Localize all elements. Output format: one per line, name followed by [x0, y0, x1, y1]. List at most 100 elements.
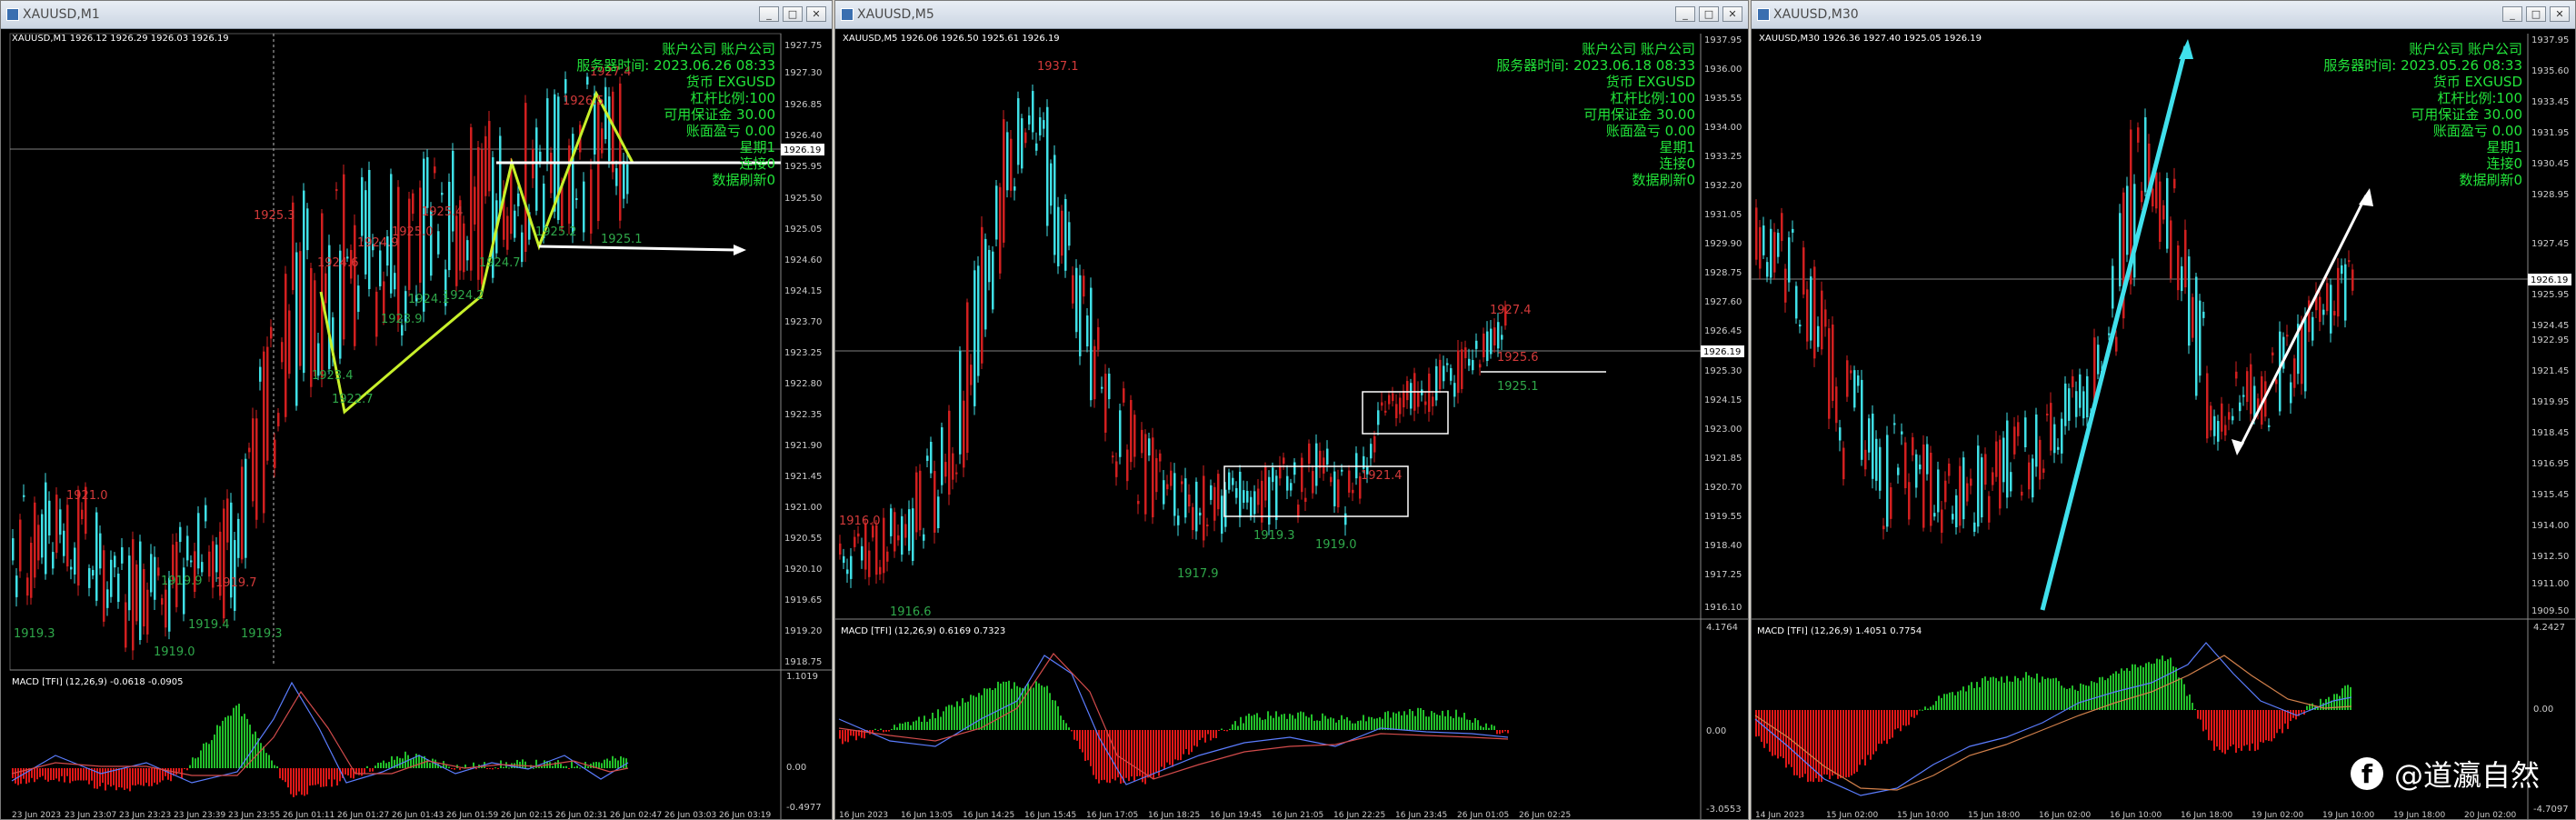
window-titlebar[interactable]: XAUUSD,M1 _ □ ✕ [1, 1, 832, 29]
candle-body [266, 346, 269, 461]
close-button[interactable]: ✕ [2550, 6, 2570, 22]
candle-body [1912, 437, 1914, 455]
macd-bar [2042, 676, 2043, 710]
price-chart-svg[interactable]: XAUUSD,M30 1926.36 1927.40 1925.05 1926.… [1752, 28, 2575, 819]
macd-bar [1453, 717, 1454, 730]
candle-body [2210, 405, 2212, 431]
macd-bar [1311, 714, 1313, 730]
price-tick: 1918.40 [1704, 541, 1742, 551]
macd-bar [880, 728, 882, 730]
macd-bar [1395, 713, 1397, 730]
close-button[interactable]: ✕ [1722, 6, 1742, 22]
macd-bar [2123, 670, 2125, 710]
macd-bar [2265, 710, 2267, 741]
macd-bar [1425, 716, 1427, 730]
candle-body [448, 181, 451, 271]
candle-body [2119, 213, 2122, 286]
macd-bar [388, 762, 390, 768]
macd-bar [200, 750, 202, 768]
candle-body [1828, 328, 1831, 419]
macd-bar [2186, 695, 2188, 710]
candle-body [295, 252, 298, 406]
macd-bar [404, 751, 406, 768]
macd-bar [325, 768, 327, 786]
chart-area[interactable]: XAUUSD,M5 1926.06 1926.50 1925.61 1926.1… [835, 28, 1748, 819]
macd-bar [1133, 730, 1135, 781]
macd-bar [1079, 730, 1081, 749]
maximize-button[interactable]: □ [783, 6, 803, 22]
price-tick: 1925.95 [2531, 290, 2569, 300]
candle-body [2239, 402, 2242, 412]
macd-bar [1300, 711, 1302, 730]
macd-bar [1223, 730, 1225, 731]
window-titlebar[interactable]: XAUUSD,M30 _ □ ✕ [1752, 1, 2575, 29]
minimize-button[interactable]: _ [1675, 6, 1695, 22]
time-label: 16 Jun 15:45 [1024, 811, 1076, 819]
candle-body [1304, 497, 1307, 503]
candle-body [1959, 465, 1962, 526]
minimize-button[interactable]: _ [2502, 6, 2522, 22]
chart-area[interactable]: XAUUSD,M30 1926.36 1927.40 1925.05 1926.… [1752, 28, 2575, 819]
candle-body [550, 152, 553, 194]
price-tick: 1930.45 [2531, 159, 2569, 169]
maximize-button[interactable]: □ [2526, 6, 2546, 22]
macd-bar [2022, 677, 2024, 710]
macd-bar [75, 768, 76, 781]
macd-bar [156, 768, 158, 785]
macd-bar [2181, 678, 2182, 710]
chart-window-m30[interactable]: XAUUSD,M30 _ □ ✕ XAUUSD,M30 1926.36 1927… [1751, 0, 2576, 820]
candle-body [394, 273, 396, 290]
candle-body [397, 186, 400, 323]
minimize-button[interactable]: _ [759, 6, 779, 22]
macd-bar [1011, 688, 1013, 730]
price-tick: 1919.20 [784, 626, 822, 636]
macd-bar [2306, 705, 2308, 710]
price-tick: 1922.80 [784, 379, 822, 389]
candle-body [623, 160, 625, 199]
macd-bar [1177, 730, 1179, 761]
time-label: 26 Jun 01:43 [392, 811, 444, 819]
candle-body [1050, 163, 1053, 206]
swing-label: 1925.6 [1497, 351, 1539, 365]
candle-body [197, 513, 200, 569]
time-label: 16 Jun 13:05 [901, 811, 953, 819]
macd-bar [1188, 730, 1190, 755]
macd-bar [2039, 682, 2041, 710]
candle-body [364, 190, 367, 275]
macd-bar [377, 762, 379, 768]
chart-window-m5[interactable]: XAUUSD,M5 _ □ ✕ XAUUSD,M5 1926.06 1926.5… [834, 0, 1749, 820]
price-tick: 1925.30 [1704, 366, 1742, 376]
macd-bar [1455, 709, 1457, 730]
macd-bar [2222, 710, 2223, 753]
candle-body [2061, 418, 2063, 454]
window-titlebar[interactable]: XAUUSD,M5 _ □ ✕ [835, 1, 1748, 29]
candle-body [1312, 471, 1314, 494]
macd-bar [1259, 717, 1261, 730]
time-label: 26 Jun 02:15 [501, 811, 553, 819]
chart-window-m1[interactable]: XAUUSD,M1 _ □ ✕ XAUUSD,M1 1926.12 1926.2… [0, 0, 833, 820]
price-chart-svg[interactable]: XAUUSD,M5 1926.06 1926.50 1925.61 1926.1… [835, 28, 1748, 819]
macd-bar [883, 730, 884, 733]
macd-bar [1193, 730, 1195, 746]
close-button[interactable]: ✕ [806, 6, 826, 22]
maximize-button[interactable]: □ [1699, 6, 1719, 22]
candle-body [2217, 421, 2220, 442]
macd-bar [1433, 712, 1435, 730]
macd-bar [2044, 678, 2046, 710]
info-equity: 账面盈亏 0.00 [686, 123, 775, 139]
candle-body [2351, 269, 2354, 291]
macd-bar [576, 765, 578, 768]
macd-bar [235, 705, 237, 768]
candle-body [255, 418, 258, 520]
price-chart-svg[interactable]: XAUUSD,M1 1926.12 1926.29 1926.03 1926.1… [1, 28, 832, 819]
candle-body [285, 274, 287, 417]
chart-area[interactable]: XAUUSD,M1 1926.12 1926.29 1926.03 1926.1… [1, 28, 832, 819]
macd-bar [151, 768, 153, 786]
candle-body [106, 589, 109, 608]
candle-body [2348, 260, 2351, 263]
macd-bar [2025, 672, 2027, 710]
macd-tick: 1.1019 [786, 672, 818, 682]
macd-bar [1474, 718, 1476, 730]
candle-body [1123, 388, 1125, 403]
macd-bar [1262, 719, 1263, 730]
